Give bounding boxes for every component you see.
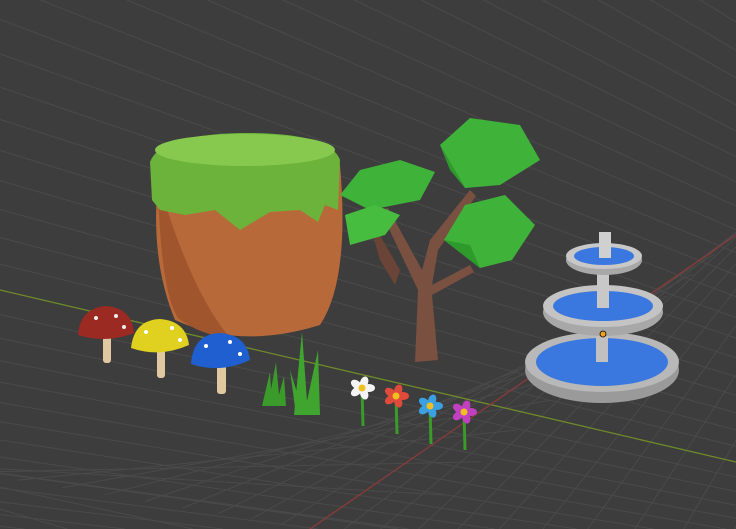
grass-tuft-small[interactable] xyxy=(262,362,286,406)
grid-line xyxy=(542,0,736,106)
fountain[interactable] xyxy=(525,232,679,403)
grid-line xyxy=(0,486,193,529)
flower[interactable] xyxy=(451,399,477,451)
low-poly-tree[interactable] xyxy=(340,118,540,362)
grass-dirt-block[interactable] xyxy=(150,132,343,338)
grid-line xyxy=(0,508,68,529)
grid-line xyxy=(634,374,736,529)
mushroom-red[interactable] xyxy=(78,306,134,363)
grid-line xyxy=(598,0,736,79)
grid-line xyxy=(354,0,736,183)
grid-line xyxy=(483,0,736,132)
flower[interactable] xyxy=(349,375,375,427)
viewport-scene[interactable] xyxy=(0,0,736,529)
3d-viewport[interactable] xyxy=(0,0,736,529)
mushroom-blue[interactable] xyxy=(191,333,250,394)
grass-tuft-tall[interactable] xyxy=(290,332,320,415)
grid-line xyxy=(699,0,736,23)
grid-line xyxy=(0,514,125,529)
mushroom-yellow[interactable] xyxy=(131,319,189,378)
grid-line xyxy=(683,440,736,529)
grid-line xyxy=(0,456,495,529)
grid-line xyxy=(0,461,481,473)
grid-line xyxy=(650,0,736,51)
grid-line xyxy=(0,381,736,519)
origin-point-icon xyxy=(599,330,607,338)
flower[interactable] xyxy=(417,393,443,445)
grid-line xyxy=(40,0,736,276)
grid-line xyxy=(0,501,223,529)
